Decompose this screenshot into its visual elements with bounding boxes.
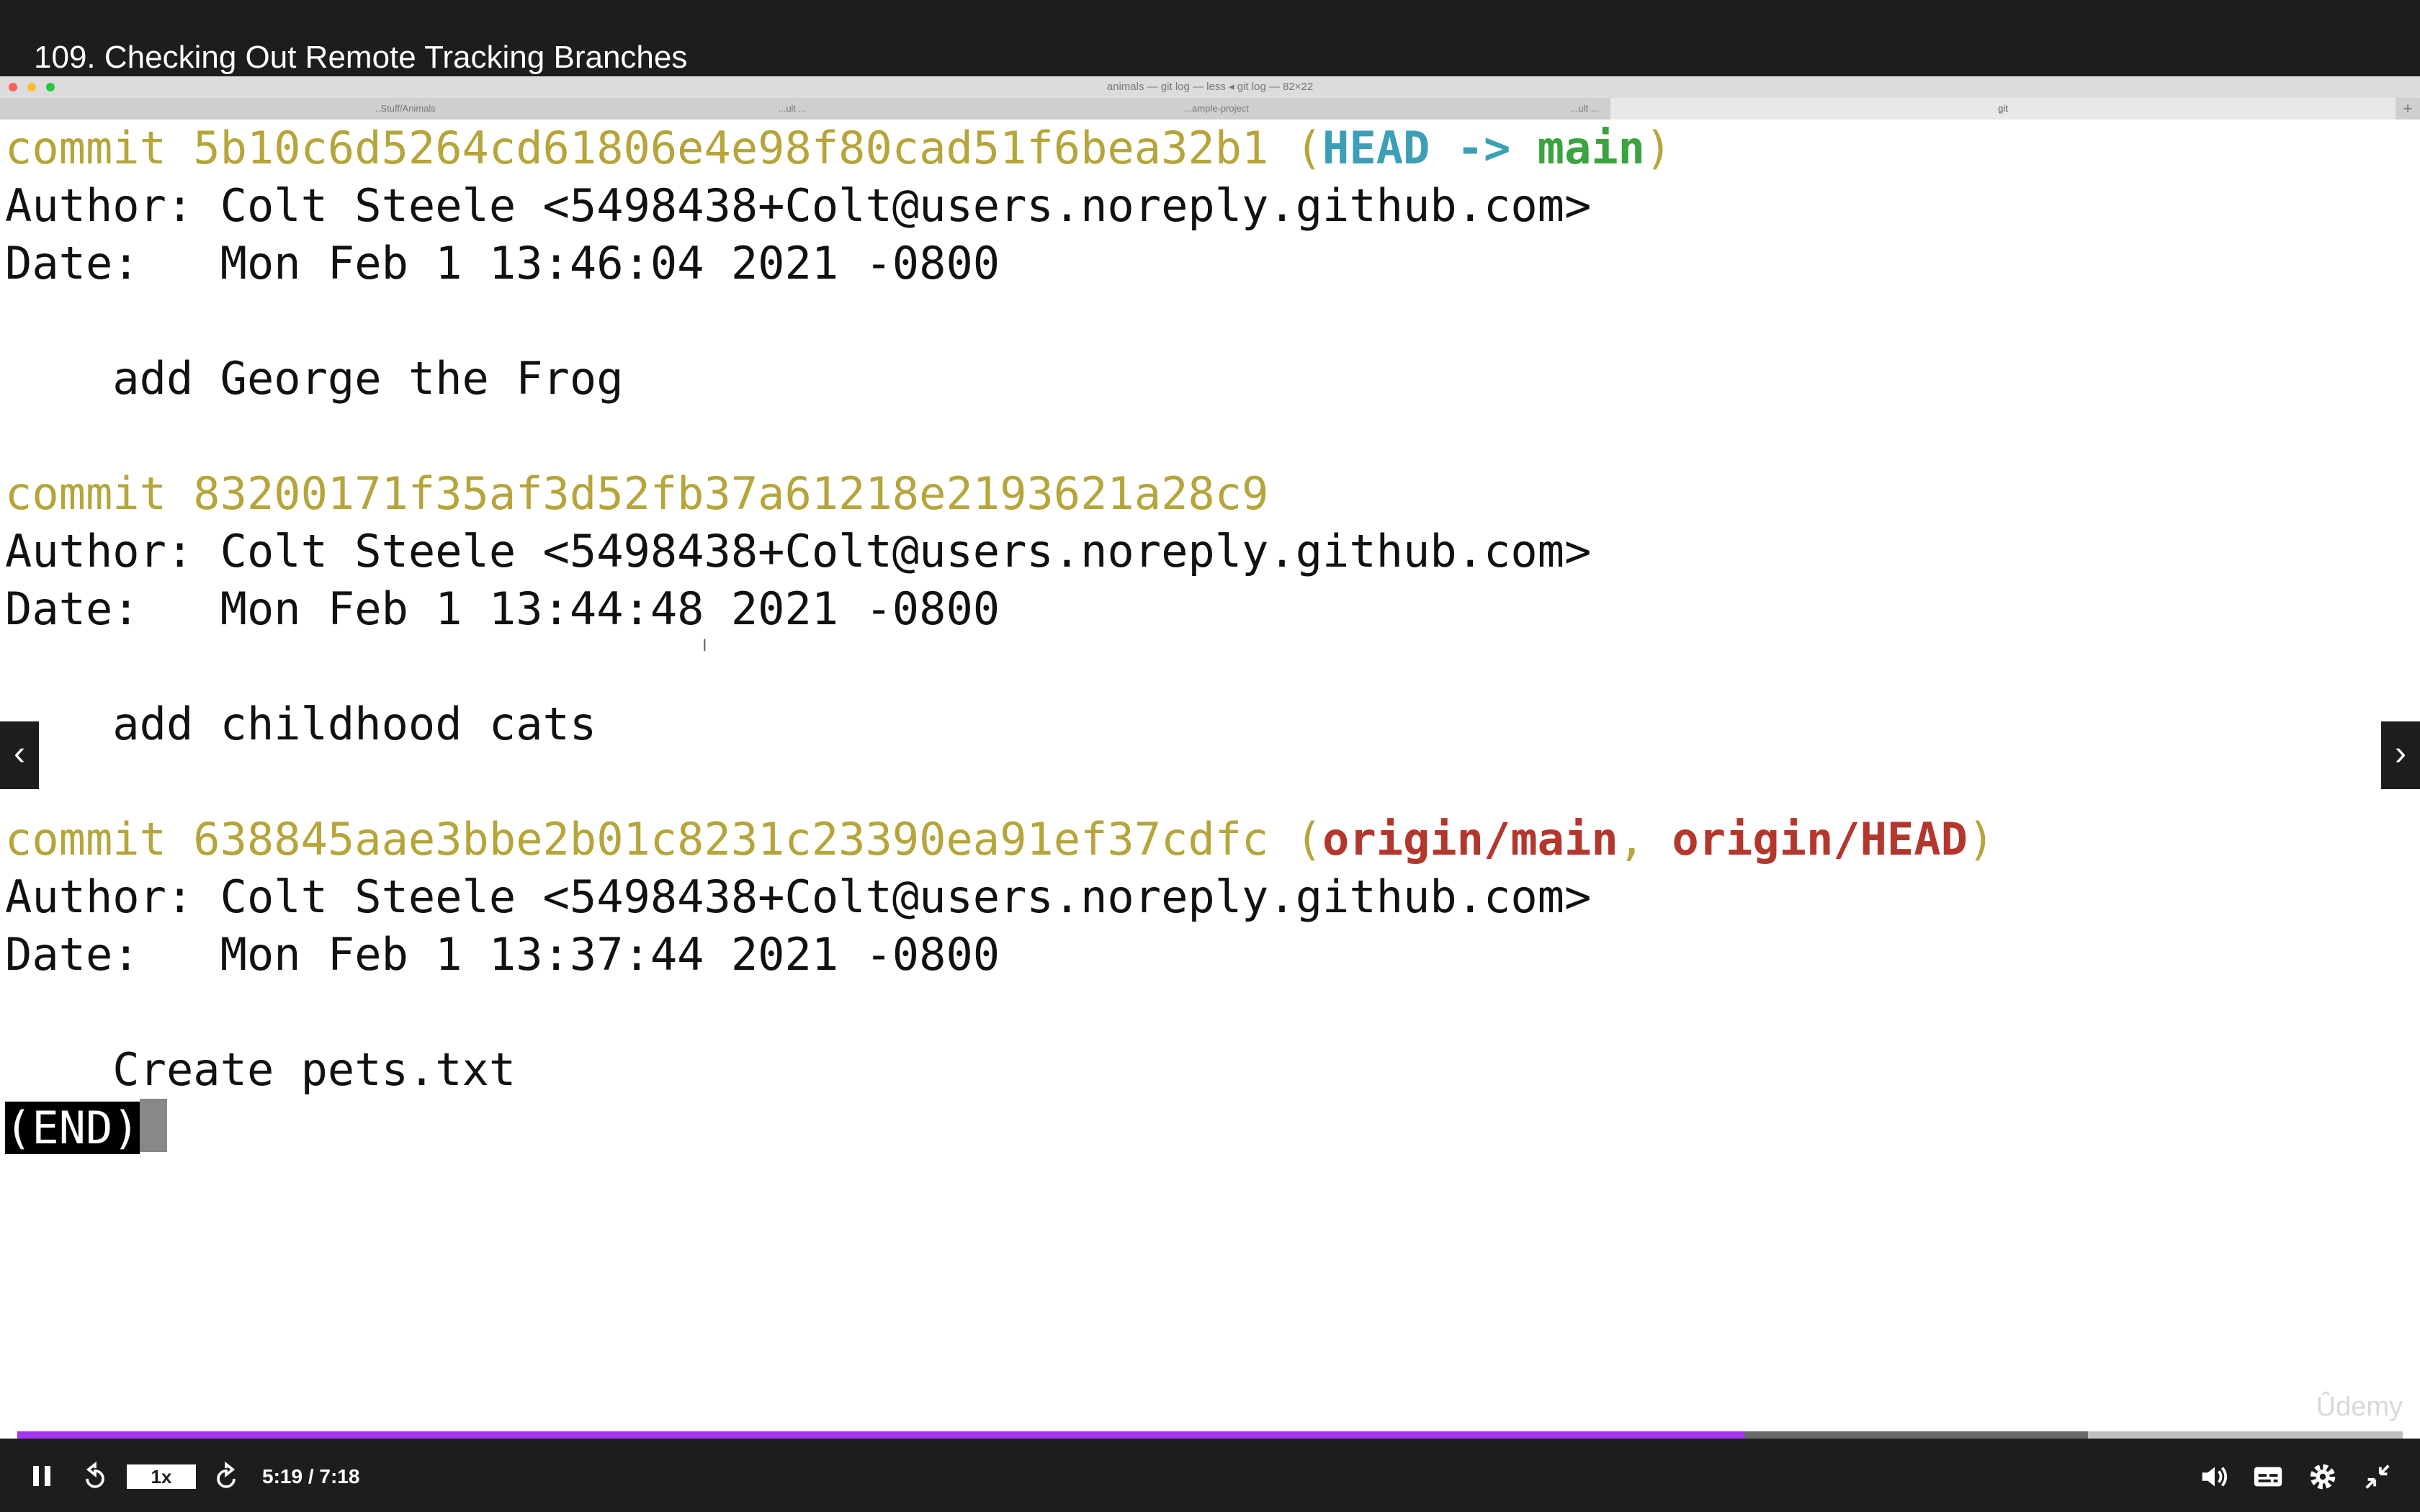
exit-fullscreen-icon[interactable] — [2361, 1460, 2394, 1493]
terminal-tab-active[interactable]: git — [1610, 98, 2396, 120]
branch-ref: main — [1537, 122, 1645, 174]
player-controls: 1x 5:19 / 7:18 — [0, 1439, 2420, 1512]
rewind-5-icon[interactable] — [79, 1462, 111, 1493]
captions-icon[interactable] — [2251, 1460, 2285, 1493]
commit-line: commit 83200171f35af3d52fb37a61218e21936… — [5, 465, 1268, 523]
terminal-tab[interactable]: ..Stuff/Animals — [0, 98, 811, 120]
date-line: Date: Mon Feb 1 13:44:48 2021 -0800 — [5, 582, 1000, 635]
terminal-window-title: animals — git log — less ◂ git log — 82×… — [1106, 81, 1314, 93]
commit-hash: commit 83200171f35af3d52fb37a61218e21936… — [5, 467, 1269, 520]
commit-line: commit 638845aae3bbe2b01c8231c23390ea91e… — [5, 811, 1994, 868]
remote-ref: origin/main — [1322, 813, 1618, 865]
forward-5-icon[interactable] — [210, 1462, 242, 1493]
ref-paren: ) — [1967, 813, 1995, 865]
previous-lecture-button[interactable]: ‹ — [0, 721, 39, 789]
terminal-tab[interactable]: ...ample-project — [811, 98, 1622, 120]
commit-hash: commit 638845aae3bbe2b01c8231c23390ea91e… — [5, 813, 1269, 865]
commit-hash: commit 5b10c6d5264cd61806e4e98f80cad51f6… — [5, 122, 1269, 174]
ref-separator: , — [1618, 813, 1672, 865]
chevron-right-icon: › — [2395, 734, 2406, 773]
author-line: Author: Colt Steele <5498438+Colt@users.… — [5, 870, 1592, 923]
video-progress-bar[interactable] — [17, 1431, 2403, 1439]
commit-message: add childhood cats — [5, 698, 597, 750]
new-tab-icon[interactable]: + — [2396, 98, 2420, 120]
lecture-title: 109. Checking Out Remote Tracking Branch… — [34, 40, 688, 75]
author-line: Author: Colt Steele <5498438+Colt@users.… — [5, 525, 1592, 577]
remote-ref: origin/HEAD — [1672, 813, 1968, 865]
pager-end-line: (END) — [5, 1099, 167, 1157]
head-ref: HEAD -> — [1322, 122, 1538, 174]
commit-message: Create pets.txt — [5, 1043, 516, 1096]
terminal-titlebar: animals — git log — less ◂ git log — 82×… — [0, 76, 2420, 98]
commit-message: add George the Frog — [5, 352, 624, 405]
settings-gear-icon[interactable] — [2306, 1460, 2339, 1493]
terminal-cursor — [139, 1099, 167, 1152]
commit-line: commit 5b10c6d5264cd61806e4e98f80cad51f6… — [5, 120, 1672, 177]
chevron-left-icon: ‹ — [14, 734, 25, 773]
ref-paren: ( — [1268, 813, 1323, 865]
ref-paren: ) — [1644, 122, 1672, 174]
pager-end-marker: (END) — [5, 1102, 140, 1154]
ref-paren: ( — [1268, 122, 1323, 174]
playback-time: 5:19 / 7:18 — [262, 1465, 360, 1488]
mouse-ibeam-icon: I — [702, 637, 707, 655]
playback-speed-button[interactable]: 1x — [127, 1464, 196, 1489]
progress-played — [17, 1431, 1744, 1439]
terminal-output: commit 5b10c6d5264cd61806e4e98f80cad51f6… — [0, 120, 2420, 1437]
volume-icon[interactable] — [2197, 1460, 2230, 1493]
udemy-watermark: Ûdemy — [2316, 1392, 2403, 1422]
lecture-header: 109. Checking Out Remote Tracking Branch… — [0, 0, 2420, 76]
date-line: Date: Mon Feb 1 13:46:04 2021 -0800 — [5, 237, 1000, 289]
terminal-tab-bar: ..Stuff/Animals ...ult ... ...ample-proj… — [0, 98, 2420, 120]
pause-icon[interactable] — [32, 1464, 52, 1488]
date-line: Date: Mon Feb 1 13:37:44 2021 -0800 — [5, 928, 1000, 981]
next-lecture-button[interactable]: › — [2381, 721, 2420, 789]
author-line: Author: Colt Steele <5498438+Colt@users.… — [5, 179, 1592, 232]
